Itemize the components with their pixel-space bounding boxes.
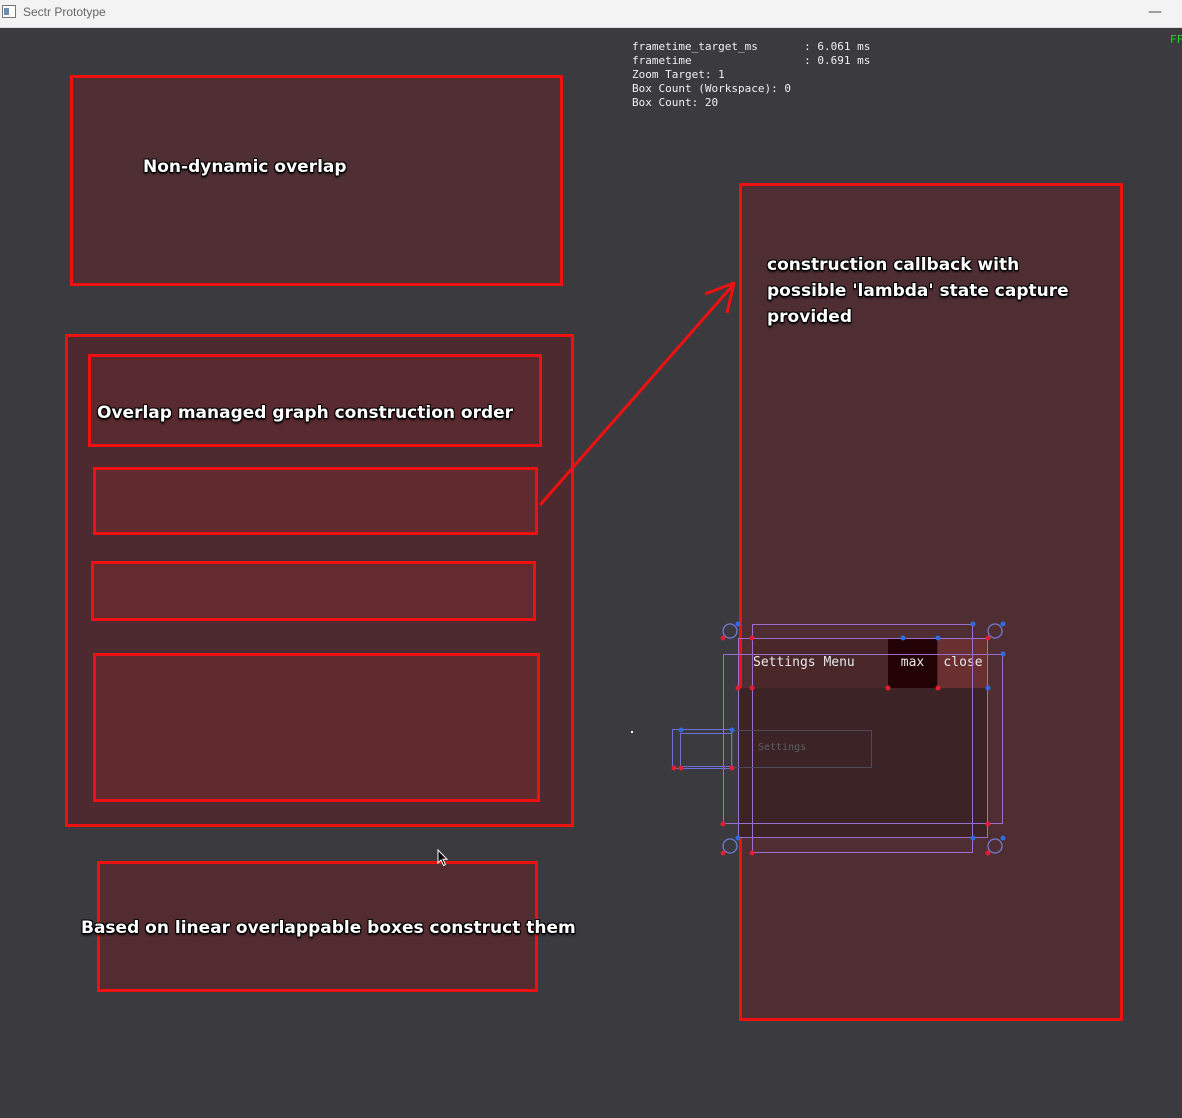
mini-settings-label: Settings [758,742,807,753]
debug-overlay: frametime_target_ms : 6.061 ms frametime … [632,40,870,110]
debug-line: frametime : 0.691 ms [632,54,871,67]
window-title: Sectr Prototype [23,5,106,19]
box-overlap-2 [93,467,538,535]
window-titlebar: Sectr Prototype — [0,0,1182,28]
box-non-dynamic [70,75,563,286]
label-non-dynamic: Non-dynamic overlap [143,157,347,177]
cursor-dot [631,731,633,733]
minimize-button[interactable]: — [1140,2,1170,22]
mini-window-inner [680,733,732,767]
debug-line: Zoom Target: 1 [632,68,725,81]
label-overlap-managed: Overlap managed graph construction order [97,403,514,423]
debug-line: frametime_target_ms : 6.061 ms [632,40,871,53]
fps-counter: FF [1170,33,1182,46]
debug-line: Box Count: 20 [632,96,719,109]
label-callback-3: provided [767,307,853,327]
debug-line: Box Count (Workspace): 0 [632,82,791,95]
label-callback-1: construction callback with [767,255,1020,275]
label-callback-2: possible 'lambda' state capture [767,281,1069,301]
box-overlap-3 [91,561,536,621]
app-icon [2,5,16,18]
mouse-cursor-icon [437,849,449,867]
box-overlap-4 [93,653,540,802]
label-linear: Based on linear overlappable boxes const… [81,918,576,938]
